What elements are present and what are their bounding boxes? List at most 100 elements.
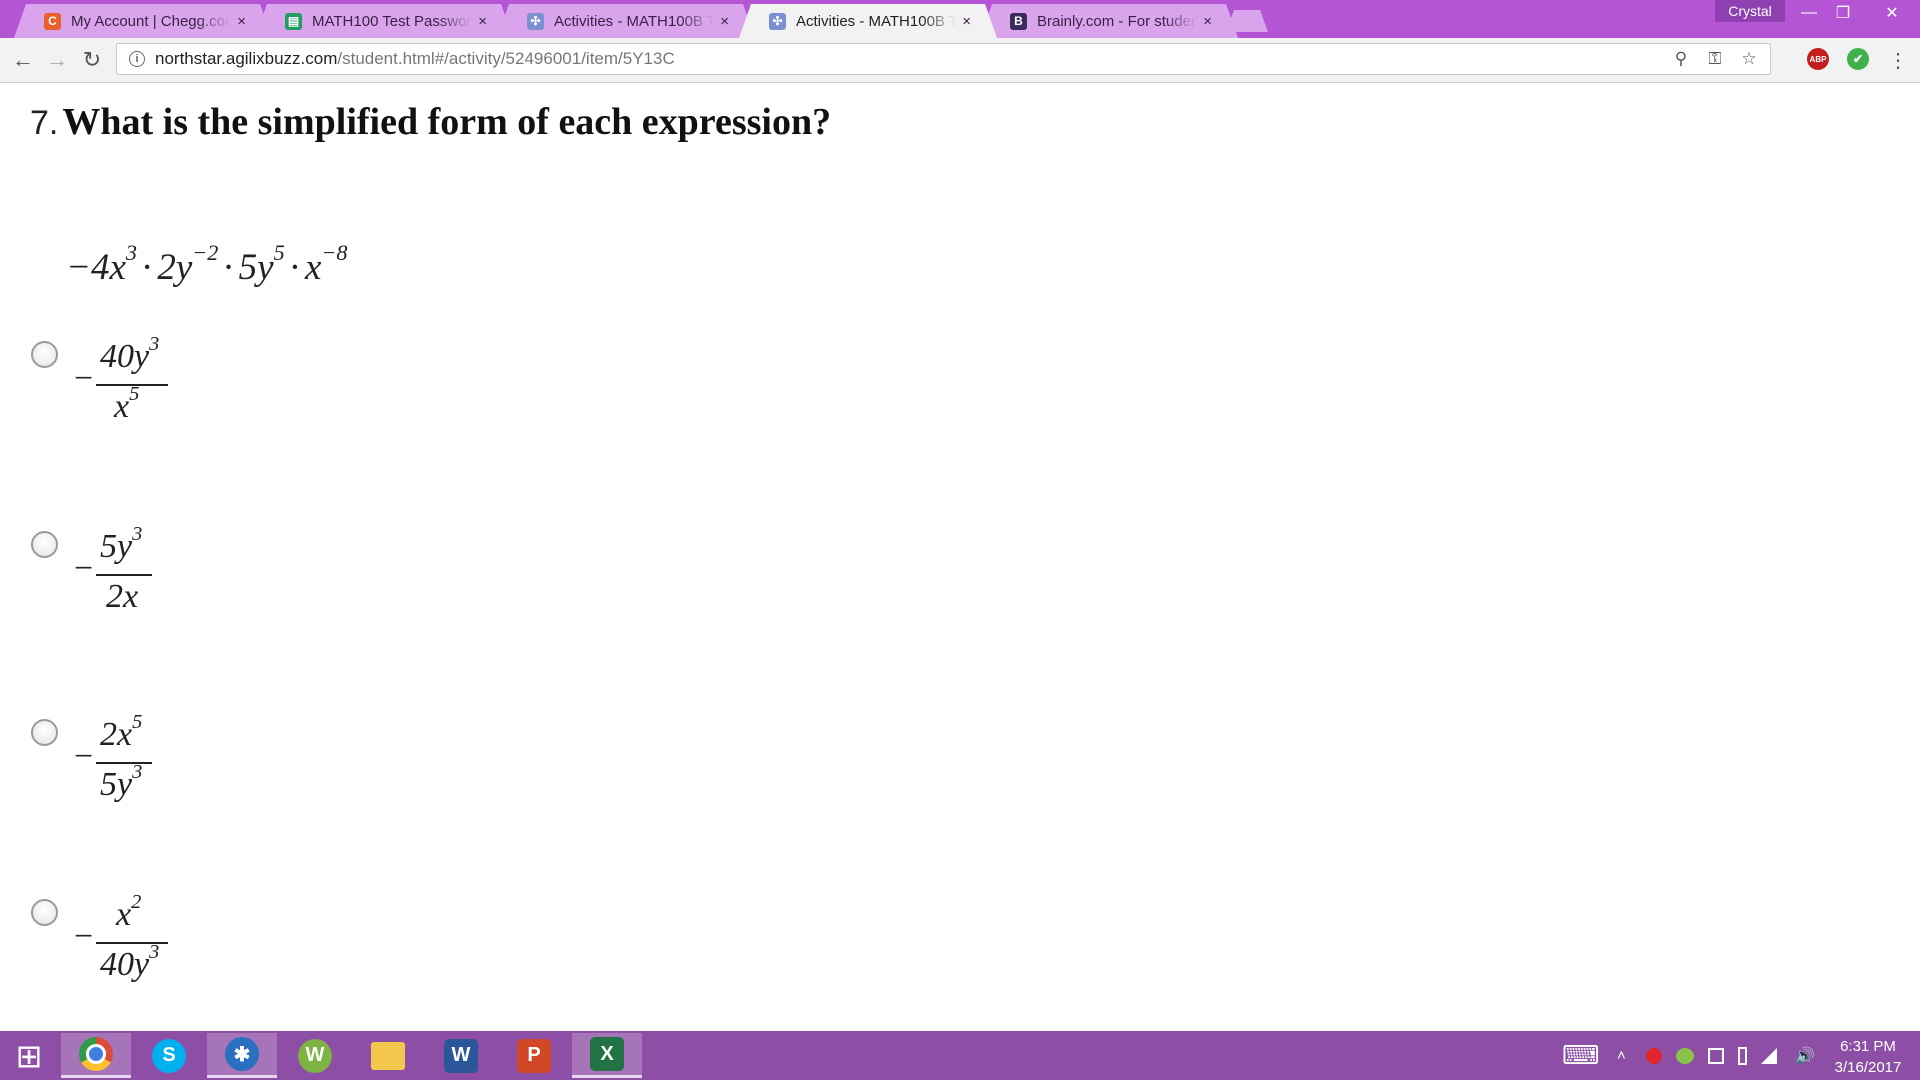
fraction-bar [96,574,152,576]
excel-icon: X [590,1037,624,1071]
windows-taskbar: ⊞ S ✱ W W P X ⌨ ˄ 🔊 6:31 PM 3/16/2017 [0,1031,1920,1080]
taskbar-chrome[interactable] [61,1033,131,1078]
choice-4-radio[interactable] [31,899,58,926]
touch-keyboard-icon[interactable]: ⌨ [1562,1031,1600,1080]
windows-start-icon[interactable]: ⊞ [0,1033,58,1078]
fraction-numerator: 40y3 [100,332,160,375]
taskbar-w-app[interactable]: W [280,1033,350,1078]
key-icon[interactable]: ⚿ [1704,47,1726,71]
chegg-icon: C [44,12,61,30]
expression-exponent: −2 [192,240,219,266]
word-icon: W [444,1038,478,1073]
url-path: /student.html#/activity/52496001/item/5Y… [337,49,675,68]
question-text: What is the simplified form of each expr… [62,101,832,143]
tab-activities-1[interactable]: ✣ Activities - MATH100B T1 × [497,4,755,38]
profile-button[interactable]: Crystal [1715,0,1785,22]
expression-exponent: 3 [125,240,137,266]
expression-dot: · [222,247,235,288]
check-extension-icon[interactable]: ✔ [1847,48,1869,70]
taskbar-clock[interactable]: 6:31 PM 3/16/2017 [1820,1036,1916,1078]
chrome-icon [79,1037,113,1071]
tray-red-icon[interactable] [1646,1047,1662,1064]
tab-close-icon[interactable]: × [720,13,729,30]
clock-time: 6:31 PM [1840,1038,1896,1055]
tab-activities-2[interactable]: ✣ Activities - MATH100B T1 × [739,4,997,38]
taskbar-word[interactable]: W [426,1033,496,1078]
agilix-icon: ✣ [527,12,544,30]
fraction-denominator: 5y3 [100,760,143,803]
choice-1-radio[interactable] [31,341,58,368]
taskbar-powerpoint[interactable]: P [499,1033,569,1078]
expression-term: −4x [66,247,126,288]
powerpoint-icon: P [517,1038,551,1073]
expression-dot: · [140,247,154,288]
back-icon[interactable]: ← [8,45,38,75]
tab-close-icon[interactable]: × [237,13,246,30]
browser-menu-icon[interactable]: ⋮ [1888,48,1908,73]
expression-dot: · [288,247,302,288]
tab-title: My Account | Chegg.com [71,12,232,30]
battery-icon[interactable] [1738,1046,1747,1065]
question-heading: 7. What is the simplified form of each e… [30,100,831,144]
sheets-icon: ▤ [285,12,302,30]
tab-chegg[interactable]: C My Account | Chegg.com × [14,4,272,38]
address-bar[interactable]: i northstar.agilixbuzz.com/student.html#… [116,43,1771,75]
tab-title: Activities - MATH100B T1 [796,12,957,30]
taskbar-file-explorer[interactable] [353,1033,423,1078]
browser-toolbar: ← → ↻ i northstar.agilixbuzz.com/student… [0,38,1920,83]
tab-close-icon[interactable]: × [478,13,487,30]
url-host: northstar.agilixbuzz.com [155,49,338,68]
fraction-numerator: 2x5 [100,710,143,753]
volume-icon[interactable]: 🔊 [1795,1031,1815,1080]
fraction-denominator: 2x [106,578,139,615]
zoom-icon[interactable]: ⚲ [1670,47,1692,71]
tray-chevron-icon[interactable]: ˄ [1617,1031,1626,1080]
choice-2-radio[interactable] [31,531,58,558]
fraction-numerator: x2 [116,890,142,933]
forward-icon[interactable]: → [42,45,72,75]
expression-term: 2y [157,247,193,288]
tray-device-icon[interactable] [1708,1047,1724,1064]
tab-close-icon[interactable]: × [962,13,971,30]
network-icon[interactable] [1761,1047,1777,1064]
fraction-denominator: x5 [114,382,140,425]
reload-icon[interactable]: ↻ [77,45,107,75]
clock-date: 3/16/2017 [1834,1059,1902,1076]
expression-term: x [305,247,322,288]
expression-exponent: −8 [321,240,348,266]
brainly-icon: B [1010,12,1027,30]
taskbar-excel[interactable]: X [572,1033,642,1078]
w-app-icon: W [298,1038,332,1073]
expression: −4x3 · 2y−2 · 5y5 · x−8 [66,240,348,289]
fraction-sign: − [74,550,94,587]
tab-math100-passwords[interactable]: ▤ MATH100 Test Passwords × [255,4,513,38]
new-tab-button[interactable] [1226,10,1268,32]
close-window-icon[interactable]: ✕ [1864,0,1920,26]
agilix-icon: ✣ [769,12,786,30]
adblock-icon[interactable]: ABP [1807,48,1829,70]
restore-icon[interactable]: ❐ [1820,0,1866,26]
tab-brainly[interactable]: B Brainly.com - For students × [980,4,1238,38]
expression-exponent: 5 [273,240,285,266]
info-icon[interactable]: i [129,51,145,67]
skype-icon: S [152,1038,186,1073]
tray-green-icon[interactable] [1676,1047,1694,1064]
page-content: 7. What is the simplified form of each e… [0,83,1920,1031]
fraction-numerator: 5y3 [100,522,143,565]
taskbar-skype[interactable]: S [134,1033,204,1078]
expression-term: 5y [238,247,274,288]
fraction-sign: − [74,360,94,397]
choice-3-radio[interactable] [31,719,58,746]
taskbar-family-app[interactable]: ✱ [207,1033,277,1078]
fraction-sign: − [74,738,94,775]
tab-title: Brainly.com - For students [1037,12,1198,30]
tab-title: Activities - MATH100B T1 [554,12,715,30]
bookmark-star-icon[interactable]: ☆ [1738,47,1760,71]
tab-close-icon[interactable]: × [1203,13,1212,30]
browser-tab-strip: C My Account | Chegg.com × ▤ MATH100 Tes… [0,0,1920,38]
family-icon: ✱ [225,1037,259,1071]
question-number: 7. [30,104,59,142]
fraction-sign: − [74,918,94,955]
tab-title: MATH100 Test Passwords [312,12,473,30]
tray-app-icons [1646,1031,1791,1080]
